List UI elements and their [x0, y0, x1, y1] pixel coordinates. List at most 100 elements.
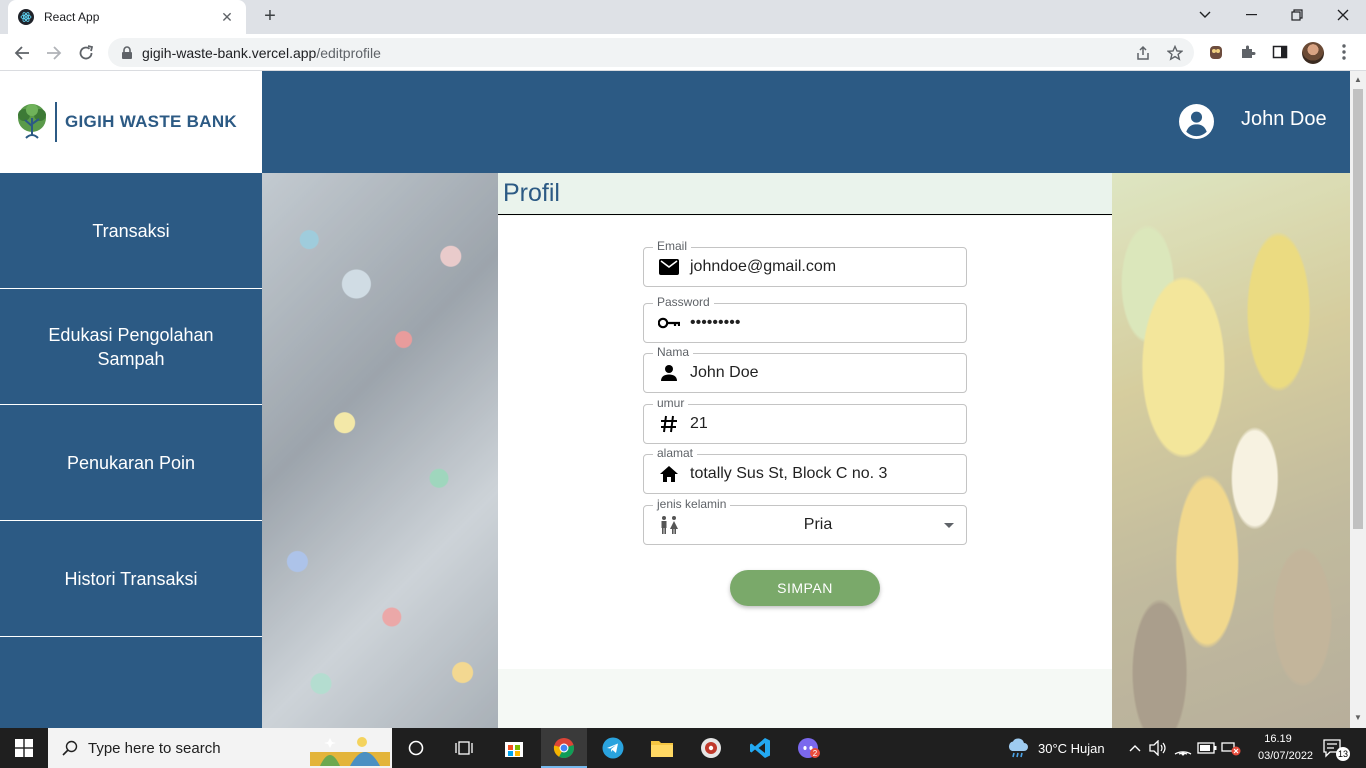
notification-center-icon[interactable]: 13 — [1320, 733, 1350, 763]
wc-icon — [658, 514, 680, 536]
extensions-puzzle-icon[interactable] — [1238, 42, 1258, 62]
alamat-field[interactable]: alamat totally Sus St, Block C no. 3 — [643, 446, 967, 494]
reload-icon[interactable] — [72, 39, 100, 67]
task-view-icon[interactable] — [449, 733, 479, 763]
svg-text:2: 2 — [813, 749, 818, 758]
weather-rain-icon[interactable] — [1003, 733, 1033, 763]
jenis-kelamin-value: Pria — [803, 516, 833, 533]
profile-avatar[interactable] — [1302, 42, 1324, 64]
share-icon[interactable] — [1134, 44, 1152, 62]
sidebar-item-label: Histori Transaksi — [64, 568, 198, 589]
profile-panel: Profil Email johndoe@gmail.com Password … — [498, 173, 1112, 728]
profile-title-bar: Profil — [498, 173, 1112, 215]
file-explorer-icon[interactable] — [647, 733, 677, 763]
network-disconnected-icon[interactable] — [1216, 733, 1246, 763]
tree-logo-icon — [18, 104, 46, 139]
nama-field[interactable]: Nama John Doe — [643, 345, 967, 393]
sidebar: Transaksi Edukasi Pengolahan Sampah Penu… — [0, 173, 262, 728]
windows-start-icon[interactable] — [0, 728, 48, 768]
close-window-button[interactable] — [1320, 0, 1366, 30]
dropdown-arrow-icon[interactable] — [944, 523, 954, 528]
discord-icon[interactable]: 2 — [794, 733, 824, 763]
logo-divider — [55, 102, 57, 142]
hash-icon — [658, 413, 680, 435]
clock-date: 03/07/2022 — [1258, 750, 1314, 762]
minimize-button[interactable] — [1228, 0, 1274, 30]
microsoft-store-icon[interactable] — [499, 733, 529, 763]
bookmark-star-icon[interactable] — [1166, 44, 1184, 62]
search-placeholder: Type here to search — [88, 739, 221, 757]
browser-tab[interactable]: React App ✕ — [8, 0, 246, 34]
home-icon — [658, 463, 680, 485]
restore-button[interactable] — [1274, 0, 1320, 30]
url-bar[interactable]: gigih-waste-bank.vercel.app/editprofile — [108, 38, 1194, 67]
password-value: ••••••••• — [690, 314, 741, 331]
nama-value: John Doe — [690, 364, 759, 381]
tab-close-icon[interactable]: ✕ — [218, 9, 236, 26]
plastic-waste-background-image — [262, 173, 498, 728]
search-icon — [62, 740, 78, 756]
app-viewport: GIGIH WASTE BANK John Doe Transaksi Eduk… — [0, 71, 1350, 728]
nama-label: Nama — [653, 345, 694, 359]
vscode-icon[interactable] — [745, 733, 775, 763]
umur-field[interactable]: umur 21 — [643, 396, 967, 444]
sidebar-item-penukaran-poin[interactable]: Penukaran Poin — [0, 405, 262, 521]
umur-value: 21 — [690, 415, 708, 432]
more-menu-icon[interactable] — [1334, 42, 1354, 62]
search-highlight-image — [310, 737, 390, 766]
sidebar-item-label: Penukaran Poin — [66, 452, 196, 473]
jenis-kelamin-label: jenis kelamin — [653, 497, 731, 511]
password-label: Password — [653, 295, 714, 309]
media-player-icon[interactable] — [696, 733, 726, 763]
new-tab-button[interactable]: + — [258, 4, 282, 28]
extension-owl-icon[interactable] — [1206, 42, 1226, 62]
chrome-icon[interactable] — [549, 733, 579, 763]
logo[interactable]: GIGIH WASTE BANK — [0, 71, 262, 173]
scrollbar-thumb[interactable] — [1353, 89, 1363, 529]
sidebar-item-transaksi[interactable]: Transaksi — [0, 173, 262, 289]
scroll-up-arrow-icon[interactable]: ▲ — [1354, 75, 1362, 84]
key-icon — [658, 312, 680, 334]
person-icon — [658, 362, 680, 384]
cortana-icon[interactable] — [401, 733, 431, 763]
back-arrow-icon[interactable] — [8, 39, 36, 67]
mail-icon — [658, 256, 680, 278]
profile-form: Email johndoe@gmail.com Password •••••••… — [498, 216, 1112, 669]
tab-title: React App — [44, 10, 100, 24]
clock-time: 16.19 — [1264, 733, 1292, 745]
alamat-label: alamat — [653, 446, 698, 460]
react-favicon-icon — [18, 9, 34, 25]
header-user-name[interactable]: John Doe — [1241, 108, 1327, 131]
sidebar-item-histori-transaksi[interactable]: Histori Transaksi — [0, 521, 262, 637]
taskbar-search-box[interactable]: Type here to search — [48, 728, 392, 768]
address-bar: gigih-waste-bank.vercel.app/editprofile — [0, 34, 1366, 71]
weather-text[interactable]: 30°C Hujan — [1038, 741, 1105, 756]
save-button[interactable]: SIMPAN — [730, 570, 880, 606]
scroll-down-arrow-icon[interactable]: ▼ — [1354, 713, 1362, 722]
email-value: johndoe@gmail.com — [690, 258, 837, 275]
windows-taskbar: Type here to search 2 30°C Hujan 16.19 0… — [0, 728, 1366, 768]
sidebar-item-label: Edukasi Pengolahan Sampah — [48, 324, 214, 369]
sidebar-item-label: Transaksi — [92, 220, 170, 241]
jenis-kelamin-select[interactable]: jenis kelamin Pria — [643, 497, 967, 545]
sidebar-item-edukasi[interactable]: Edukasi Pengolahan Sampah — [0, 289, 262, 405]
side-panel-icon[interactable] — [1270, 42, 1290, 62]
tab-search-icon[interactable] — [1182, 0, 1228, 30]
alamat-value: totally Sus St, Block C no. 3 — [690, 465, 888, 482]
account-circle-icon[interactable] — [1179, 104, 1214, 139]
notification-count-badge: 13 — [1336, 747, 1350, 761]
page-scrollbar[interactable]: ▲ ▼ — [1350, 71, 1366, 728]
organic-waste-background-image — [1112, 173, 1350, 728]
email-field[interactable]: Email johndoe@gmail.com — [643, 239, 967, 287]
browser-tab-bar: React App ✕ + — [0, 0, 1366, 34]
url-text: gigih-waste-bank.vercel.app/editprofile — [142, 44, 381, 61]
password-field[interactable]: Password ••••••••• — [643, 295, 967, 343]
page-title: Profil — [503, 179, 560, 207]
umur-label: umur — [653, 396, 689, 410]
brand-name: GIGIH WASTE BANK — [65, 112, 237, 131]
telegram-icon[interactable] — [598, 733, 628, 763]
top-header: John Doe — [262, 71, 1350, 173]
email-label: Email — [653, 239, 692, 253]
system-clock[interactable]: 16.19 03/07/2022 — [1258, 731, 1314, 765]
forward-arrow-icon[interactable] — [40, 39, 68, 67]
